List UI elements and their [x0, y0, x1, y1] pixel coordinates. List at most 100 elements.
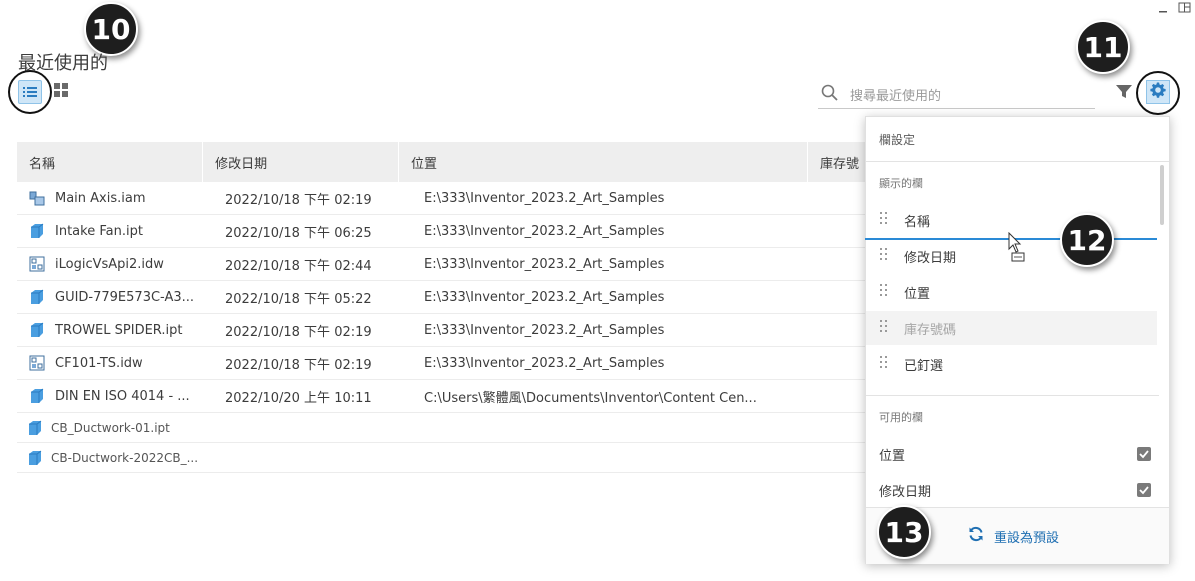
panel-scrollbar[interactable]: [1160, 165, 1164, 225]
grid-view-button[interactable]: [50, 80, 72, 102]
panel-title: 欄設定: [879, 133, 916, 147]
cell-name: iLogicVsApi2.idw: [17, 256, 207, 272]
cell-name: Main Axis.iam: [17, 190, 207, 206]
reset-default-button[interactable]: 重設為預設: [968, 526, 1059, 546]
file-name: GUID-779E573C-A3...: [55, 289, 195, 305]
restore-icon[interactable]: [1178, 2, 1191, 17]
grid-view-icon: [54, 82, 68, 101]
file-name: CB-Ductwork-2022CB_...: [51, 450, 199, 465]
callout-11: 11: [1076, 20, 1130, 74]
file-name: Main Axis.iam: [55, 190, 146, 206]
search-placeholder: 搜尋最近使用的: [850, 89, 942, 104]
drag-handle-icon[interactable]: [880, 355, 888, 373]
file-name: iLogicVsApi2.idw: [55, 256, 164, 272]
cell-modified: 2022/10/18 下午 02:19: [225, 192, 372, 208]
part-icon: [27, 450, 43, 466]
search-icon: [821, 84, 839, 106]
column-header-modified[interactable]: 修改日期: [203, 142, 399, 182]
available-column-item[interactable]: 修改日期: [879, 478, 1151, 502]
file-name: Intake Fan.ipt: [55, 223, 143, 239]
cell-name: CB-Ductwork-2022CB_...: [17, 450, 207, 466]
drag-handle-icon[interactable]: [880, 247, 888, 265]
cell-name: Intake Fan.ipt: [17, 223, 207, 239]
cell-name: CB_Ductwork-01.ipt: [17, 420, 207, 436]
column-settings-button[interactable]: [1146, 80, 1170, 104]
minimize-icon[interactable]: [1158, 2, 1168, 17]
table-header: 名稱 修改日期 位置 庫存號: [17, 142, 867, 182]
drawing-icon: [29, 355, 45, 371]
available-column-label: 修改日期: [879, 484, 932, 500]
part-icon: [29, 223, 45, 239]
drag-handle-icon[interactable]: [880, 319, 888, 337]
available-column-item[interactable]: 位置: [879, 442, 1151, 466]
list-view-icon: [23, 83, 37, 102]
cell-name: GUID-779E573C-A3...: [17, 289, 207, 305]
cell-modified: 2022/10/20 上午 10:11: [225, 390, 372, 406]
available-columns-label: 可用的欄: [879, 411, 923, 424]
cell-location: E:\333\Inventor_2023.2_Art_Samples: [424, 355, 665, 371]
column-header-name[interactable]: 名稱: [17, 142, 204, 182]
list-view-button[interactable]: [18, 80, 42, 104]
part-icon: [29, 388, 45, 404]
visible-column-item[interactable]: 庫存號碼: [866, 311, 1157, 345]
drag-handle-icon[interactable]: [880, 211, 888, 229]
part-icon: [29, 322, 45, 338]
recent-files-table: 名稱 修改日期 位置 庫存號 Main Axis.iam 2022/10/18 下…: [17, 142, 867, 473]
search-input[interactable]: 搜尋最近使用的: [818, 80, 1095, 109]
callout-10: 10: [84, 2, 138, 56]
cell-location: E:\333\Inventor_2023.2_Art_Samples: [424, 190, 665, 206]
column-header-part-number[interactable]: 庫存號: [808, 142, 867, 182]
visible-column-label: 名稱: [904, 214, 931, 230]
gear-icon: [1150, 82, 1166, 102]
table-row[interactable]: GUID-779E573C-A3... 2022/10/18 下午 05:22 E:…: [17, 281, 867, 314]
part-icon: [29, 289, 45, 305]
visible-column-label: 庫存號碼: [904, 322, 957, 338]
cell-location: E:\333\Inventor_2023.2_Art_Samples: [424, 256, 665, 272]
file-name: CF101-TS.idw: [55, 355, 143, 371]
file-name: CB_Ductwork-01.ipt: [51, 420, 170, 435]
refresh-icon: [968, 526, 984, 546]
reset-label: 重設為預設: [994, 530, 1060, 546]
callout-13: 13: [877, 505, 931, 559]
part-icon: [27, 420, 43, 436]
checkbox[interactable]: [1137, 447, 1151, 461]
visible-column-label: 修改日期: [904, 250, 957, 266]
cell-location: E:\333\Inventor_2023.2_Art_Samples: [424, 223, 665, 239]
table-row[interactable]: Main Axis.iam 2022/10/18 下午 02:19 E:\333\I…: [17, 182, 867, 215]
cell-name: TROWEL SPIDER.ipt: [17, 322, 207, 338]
file-name: DIN EN ISO 4014 - ...: [55, 388, 190, 404]
cell-name: DIN EN ISO 4014 - ...: [17, 388, 207, 404]
available-column-label: 位置: [879, 448, 906, 464]
cell-name: CF101-TS.idw: [17, 355, 207, 371]
table-row[interactable]: Intake Fan.ipt 2022/10/18 下午 06:25 E:\333\…: [17, 215, 867, 248]
callout-12: 12: [1060, 213, 1114, 267]
cell-location: C:\Users\繁體風\Documents\Inventor\Content …: [424, 390, 757, 406]
assembly-icon: [29, 190, 45, 206]
drag-cursor-icon: [1008, 231, 1028, 262]
visible-column-item[interactable]: 位置: [866, 275, 1157, 309]
checkbox[interactable]: [1137, 483, 1151, 497]
table-row[interactable]: iLogicVsApi2.idw 2022/10/18 下午 02:44 E:\33…: [17, 248, 867, 281]
filter-icon[interactable]: [1115, 82, 1135, 102]
cell-location: E:\333\Inventor_2023.2_Art_Samples: [424, 289, 665, 305]
table-row[interactable]: CB-Ductwork-2022CB_...: [17, 443, 867, 473]
file-name: TROWEL SPIDER.ipt: [55, 322, 183, 338]
visible-columns-label: 顯示的欄: [879, 177, 923, 190]
column-settings-panel: 欄設定 顯示的欄 名稱 修改日期 位置 庫存號碼 已釘選 可用的欄 位置 修改日期 重設為…: [865, 116, 1170, 564]
drag-handle-icon[interactable]: [880, 283, 888, 301]
drawing-icon: [29, 256, 45, 272]
cell-modified: 2022/10/18 下午 05:22: [225, 291, 372, 307]
visible-column-label: 已釘選: [904, 358, 944, 374]
cell-location: E:\333\Inventor_2023.2_Art_Samples: [424, 322, 665, 338]
cell-modified: 2022/10/18 下午 02:44: [225, 258, 372, 274]
visible-column-item[interactable]: 已釘選: [866, 347, 1157, 381]
cell-modified: 2022/10/18 下午 02:19: [225, 324, 372, 340]
cell-modified: 2022/10/18 下午 06:25: [225, 225, 372, 241]
visible-column-label: 位置: [904, 286, 931, 302]
column-header-location[interactable]: 位置: [399, 142, 809, 182]
table-row[interactable]: DIN EN ISO 4014 - ... 2022/10/20 上午 10:11…: [17, 380, 867, 413]
cell-modified: 2022/10/18 下午 02:19: [225, 357, 372, 373]
table-row[interactable]: TROWEL SPIDER.ipt 2022/10/18 下午 02:19 E:\3…: [17, 314, 867, 347]
table-row[interactable]: CB_Ductwork-01.ipt: [17, 413, 867, 443]
table-row[interactable]: CF101-TS.idw 2022/10/18 下午 02:19 E:\333\In…: [17, 347, 867, 380]
